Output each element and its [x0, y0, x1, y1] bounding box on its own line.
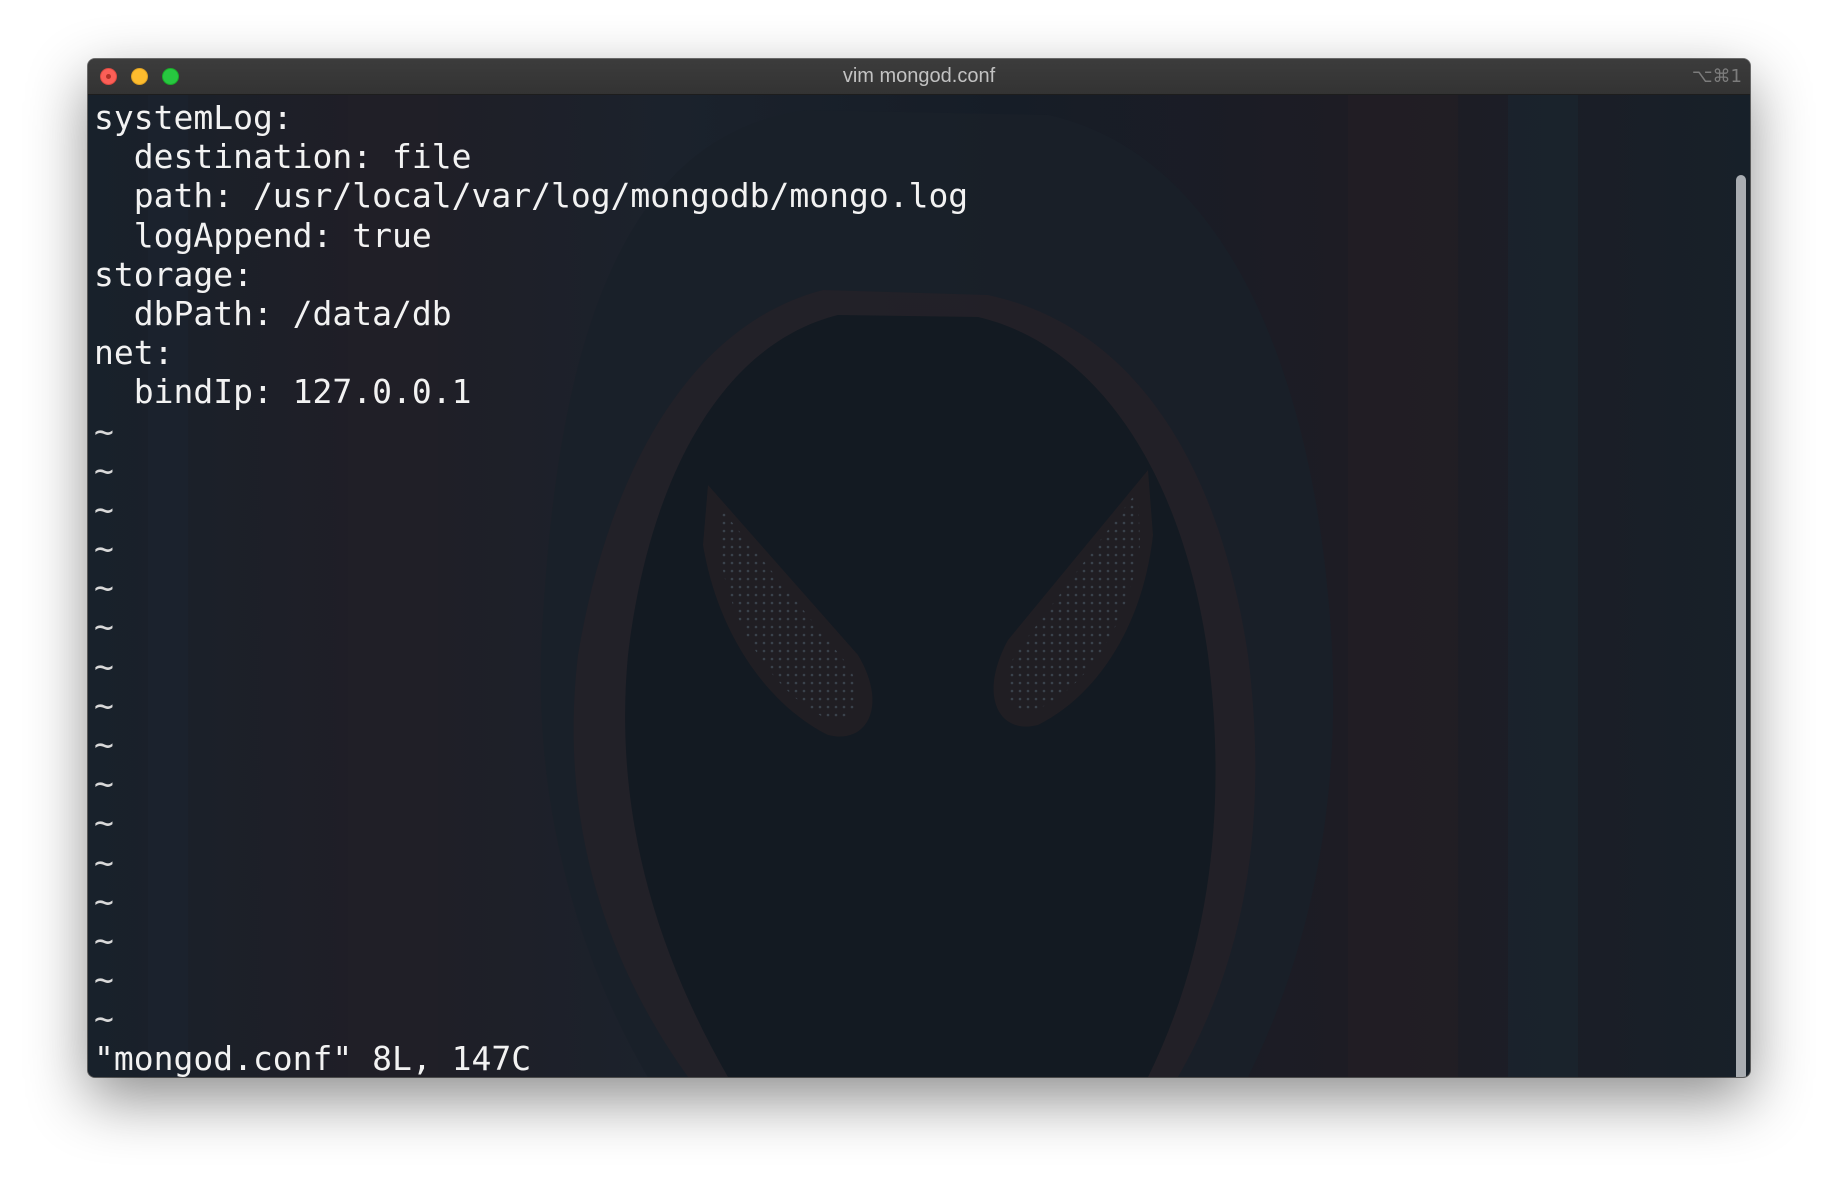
buffer-line: path: /usr/local/var/log/mongodb/mongo.l…: [94, 176, 969, 216]
status-line: "mongod.conf" 8L, 147C: [94, 1038, 532, 1078]
empty-line-marker: ~: [94, 842, 114, 882]
buffer-line: systemLog:: [94, 98, 293, 137]
buffer-line: logAppend: true: [94, 215, 432, 255]
buffer-line: bindIp: 127.0.0.1: [94, 372, 472, 412]
empty-line-marker: ~: [94, 607, 114, 647]
terminal-window: vim mongod.conf ⌥⌘1 systemLog: destinati…: [88, 59, 1750, 1077]
empty-line-marker: ~: [94, 920, 114, 960]
scrollbar[interactable]: [1736, 175, 1746, 1077]
empty-line-marker: ~: [94, 803, 114, 843]
empty-line-marker: ~: [94, 725, 114, 764]
vim-buffer[interactable]: systemLog: destination: file path: /usr/…: [94, 98, 968, 1077]
terminal-content[interactable]: systemLog: destination: file path: /usr/…: [88, 95, 1750, 1077]
window-shortcut: ⌥⌘1: [1691, 66, 1742, 87]
empty-line-marker: ~: [94, 529, 114, 569]
buffer-line: storage:: [94, 254, 253, 294]
buffer-line: net:: [94, 333, 174, 373]
empty-line-marker: ~: [94, 999, 114, 1039]
empty-line-marker: ~: [94, 646, 114, 686]
empty-line-marker: ~: [94, 411, 114, 451]
empty-line-marker: ~: [94, 685, 114, 725]
empty-line-marker: ~: [94, 450, 114, 490]
window-title: vim mongod.conf: [842, 65, 996, 87]
empty-line-marker: ~: [94, 881, 114, 921]
title-bar[interactable]: vim mongod.conf ⌥⌘1: [88, 59, 1750, 95]
empty-line-marker: ~: [94, 489, 114, 529]
empty-line-marker: ~: [94, 960, 114, 1000]
empty-line-marker: ~: [94, 568, 114, 608]
empty-line-marker: ~: [94, 764, 114, 804]
buffer-line: destination: file: [94, 137, 472, 177]
buffer-line: dbPath: /data/db: [94, 293, 452, 333]
